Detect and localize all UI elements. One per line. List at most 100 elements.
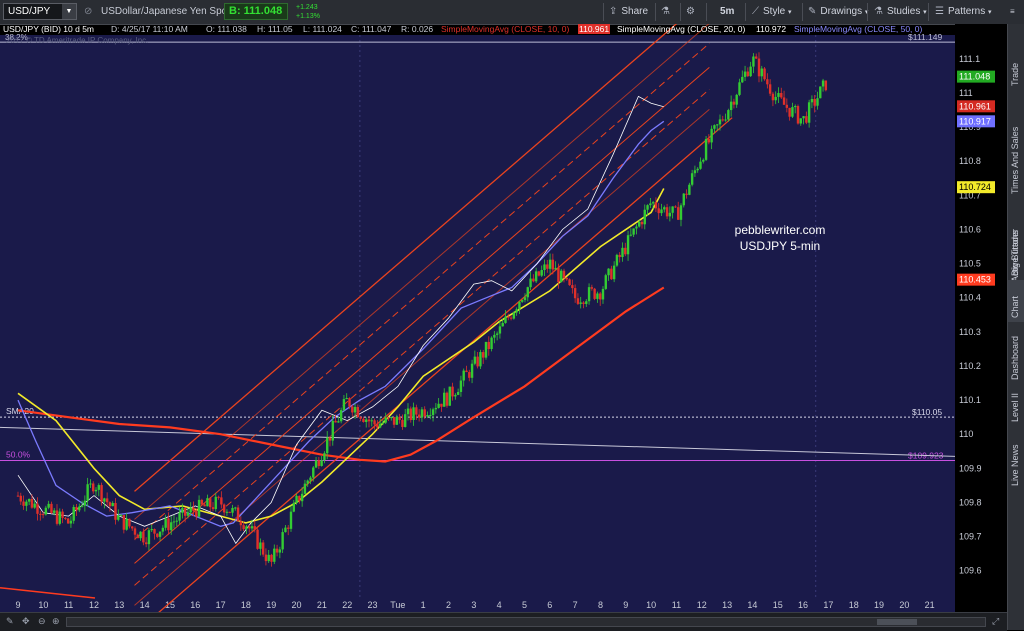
candle-body	[445, 392, 449, 406]
pan-icon[interactable]: ✥	[22, 616, 30, 627]
chevron-down-icon: ▾	[988, 9, 992, 16]
candle-body	[796, 106, 800, 124]
candle-body	[601, 288, 605, 300]
x-tick-label: 8	[598, 600, 603, 610]
candle-body	[727, 110, 730, 120]
drawings-button[interactable]: ✎Drawings ▾	[808, 3, 868, 20]
zoom-out-icon[interactable]: ⊖	[38, 616, 46, 627]
candle-body	[437, 403, 440, 408]
candle-body	[136, 534, 139, 539]
candle-body	[55, 510, 59, 524]
candle-body	[551, 259, 555, 270]
sidebar-tab-level-ii[interactable]: Level II	[1008, 390, 1024, 432]
candle-body	[417, 414, 421, 418]
y-tick-label: 110.2	[959, 361, 981, 371]
share-button[interactable]: ⇪ Share	[609, 3, 648, 20]
candle-body	[378, 423, 382, 428]
change-abs: +1.243	[296, 4, 318, 11]
sidebar-tab-live-news[interactable]: Live News	[1008, 434, 1024, 494]
candle-body	[236, 507, 240, 522]
candle-body	[507, 316, 510, 318]
settings-button[interactable]: ⚙	[686, 3, 699, 20]
candle-body	[222, 504, 226, 513]
scrollbar-thumb[interactable]	[877, 619, 917, 625]
zoom-in-icon[interactable]: ⊕	[52, 616, 60, 627]
candle-body	[688, 184, 691, 195]
candle-body	[186, 512, 190, 516]
candle-body	[774, 96, 777, 101]
sidebar-tab-dashboard[interactable]: Dashboard	[1008, 324, 1024, 389]
candle-body	[576, 298, 580, 304]
candle-body	[476, 356, 479, 367]
candle-body	[763, 68, 766, 80]
studies-button[interactable]: ⚗ Studies ▾	[874, 3, 927, 20]
x-tick-label: 19	[874, 600, 884, 610]
time-scrollbar[interactable]	[66, 617, 986, 627]
x-tick-label: 2	[446, 600, 451, 610]
link-icon[interactable]: ⊘	[84, 6, 92, 17]
candle-body	[498, 326, 502, 334]
candle-body	[195, 511, 198, 517]
candle-body	[320, 460, 323, 466]
candle-body	[560, 270, 563, 283]
menu-icon[interactable]: ≡	[1010, 3, 1015, 20]
candle-body	[707, 139, 711, 143]
candle-body	[682, 193, 685, 206]
candle-body	[729, 101, 733, 111]
candle-body	[392, 417, 396, 425]
patterns-icon: ☰	[935, 6, 944, 17]
candle-body	[80, 505, 84, 507]
last-price-tag: 111.048	[959, 72, 990, 82]
candle-body	[387, 417, 390, 419]
candle-body	[696, 168, 699, 171]
candle-body	[328, 437, 332, 441]
chevron-down-icon: ▾	[923, 9, 927, 16]
candle-body	[443, 392, 446, 407]
sidebar-tab-chart[interactable]: Chart	[1008, 280, 1024, 322]
candle-body	[183, 507, 187, 516]
candle-body	[153, 529, 156, 534]
candle-body	[557, 267, 560, 283]
candle-body	[273, 548, 276, 562]
sma20-value: 110.972	[756, 24, 787, 34]
candle-body	[596, 293, 599, 299]
candle-body	[571, 285, 574, 289]
candle-body	[103, 498, 106, 502]
candle-body	[231, 507, 234, 513]
drawing-tool-icon[interactable]: ✎	[6, 616, 14, 627]
candle-body	[211, 507, 215, 510]
symbol-selector[interactable]: USD/JPY ▼	[3, 3, 77, 20]
sidebar-tab-trade[interactable]: Trade	[1008, 36, 1024, 96]
style-label: Style	[763, 6, 786, 17]
candle-body	[710, 128, 713, 143]
flask-button[interactable]: ⚗	[661, 3, 674, 20]
candle-body	[465, 370, 468, 373]
candle-body	[367, 419, 371, 422]
share-label: Share	[621, 6, 649, 17]
candle-body	[178, 512, 181, 521]
expand-icon[interactable]: ⤢	[992, 616, 999, 627]
x-tick-label: 14	[747, 600, 757, 610]
candle-body	[766, 79, 769, 85]
candle-body	[785, 104, 789, 108]
candle-body	[317, 460, 321, 466]
style-button[interactable]: ⟋ Style ▾	[752, 3, 792, 20]
fib-label-50: 50.0%	[6, 449, 31, 459]
sidebar-tab-label: Chart	[1010, 295, 1020, 318]
x-tick-label: 16	[190, 600, 200, 610]
candle-body	[423, 409, 426, 417]
interval-button[interactable]: 5m	[720, 3, 734, 20]
patterns-button[interactable]: ☰ Patterns ▾	[935, 3, 992, 20]
candle-body	[359, 417, 362, 419]
status-close: C: 111.047	[351, 24, 392, 34]
candle-body	[771, 93, 775, 101]
candle-body	[409, 408, 412, 420]
candle-body	[242, 525, 245, 530]
price-chart[interactable]: 109.6109.7109.8109.9110110.1110.2110.311…	[0, 24, 1007, 612]
sidebar-tab-times-and-sales[interactable]: Times And Sales	[1008, 99, 1024, 199]
chevron-down-icon[interactable]: ▼	[62, 4, 76, 19]
y-tick-label: 110.5	[959, 259, 981, 269]
style-icon: ⟋	[752, 6, 759, 17]
candle-body	[470, 363, 474, 378]
candle-body	[281, 532, 284, 550]
